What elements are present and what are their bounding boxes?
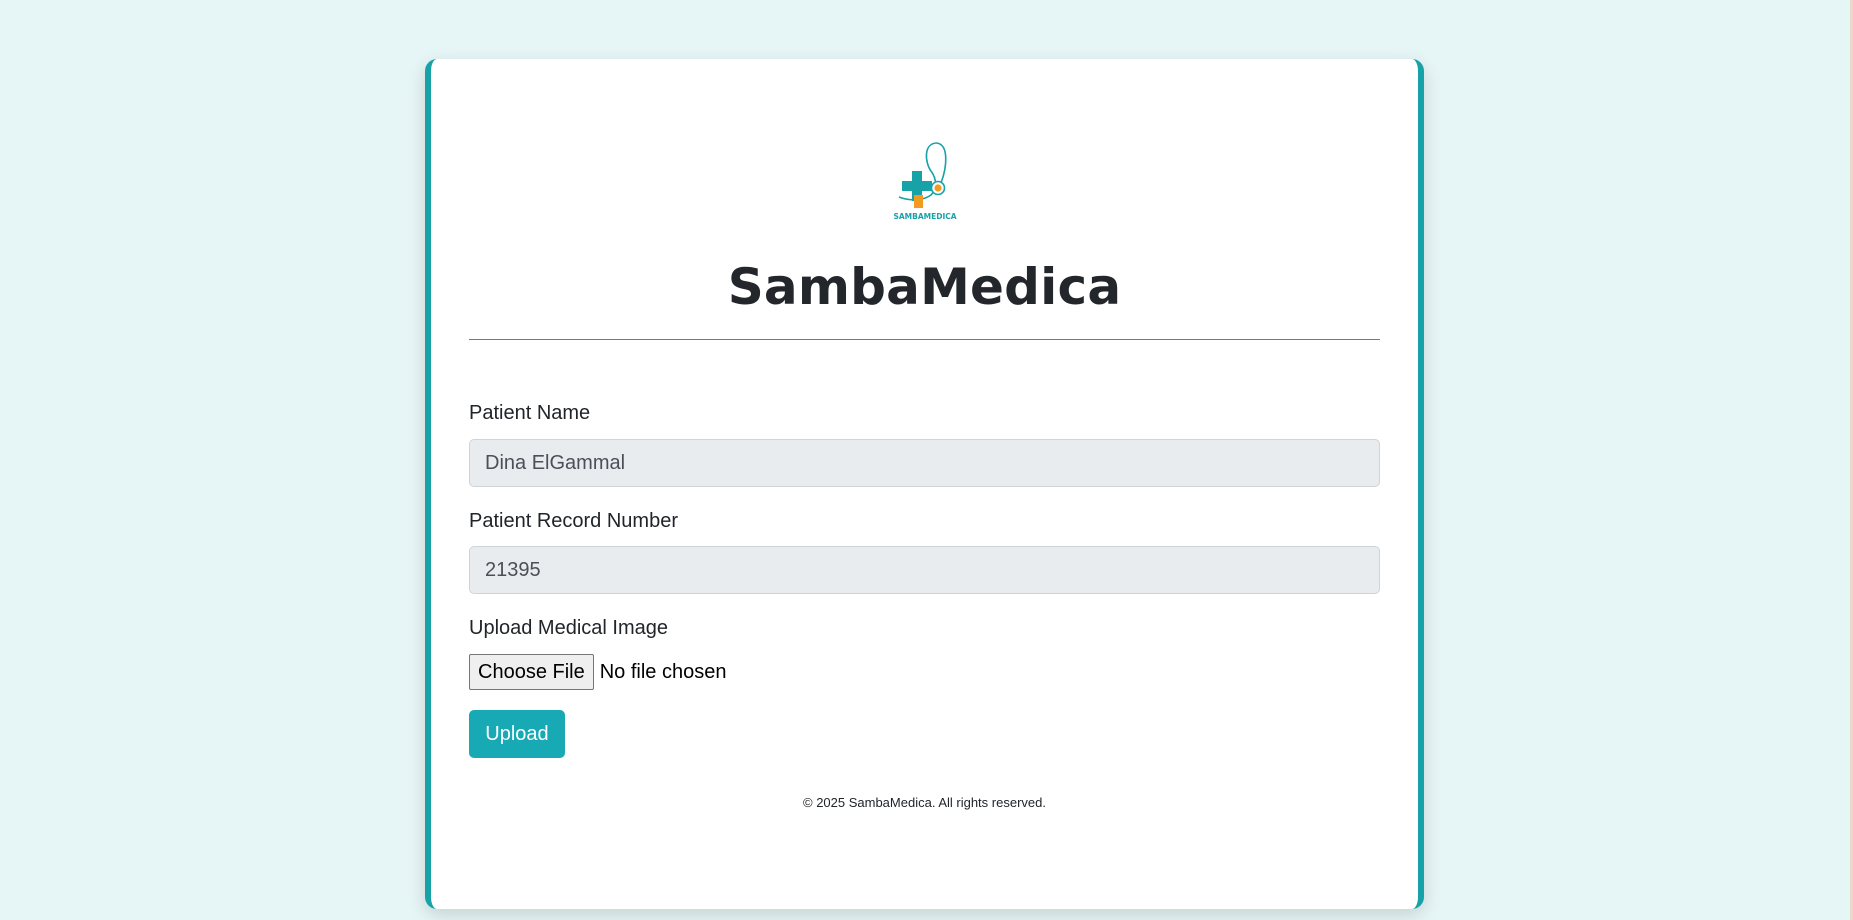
sambamedica-logo: SAMBAMEDICA	[885, 139, 965, 221]
file-status-text: No file chosen	[599, 660, 727, 683]
card-content: SAMBAMEDICA SambaMedica Patient Name Din…	[469, 59, 1380, 909]
record-number-label: Patient Record Number	[469, 510, 678, 532]
page-title: SambaMedica	[727, 258, 1122, 316]
patient-name-field[interactable]: Dina ElGammal	[469, 439, 1380, 487]
record-number-field[interactable]: 21395	[469, 546, 1380, 594]
file-input[interactable]: Choose File No file chosen	[469, 654, 726, 690]
upload-card: SAMBAMEDICA SambaMedica Patient Name Din…	[425, 59, 1424, 909]
choose-file-button[interactable]: Choose File	[469, 654, 594, 690]
copyright-footer: © 2025 SambaMedica. All rights reserved.	[803, 795, 1046, 810]
patient-name-label: Patient Name	[469, 402, 591, 424]
logo-icon: SAMBAMEDICA	[893, 142, 956, 221]
upload-button[interactable]: Upload	[469, 710, 565, 758]
title-divider	[469, 339, 1380, 340]
logo-text: SAMBAMEDICA	[893, 212, 956, 221]
page: SAMBAMEDICA SambaMedica Patient Name Din…	[0, 0, 1853, 920]
upload-image-label: Upload Medical Image	[469, 617, 668, 639]
